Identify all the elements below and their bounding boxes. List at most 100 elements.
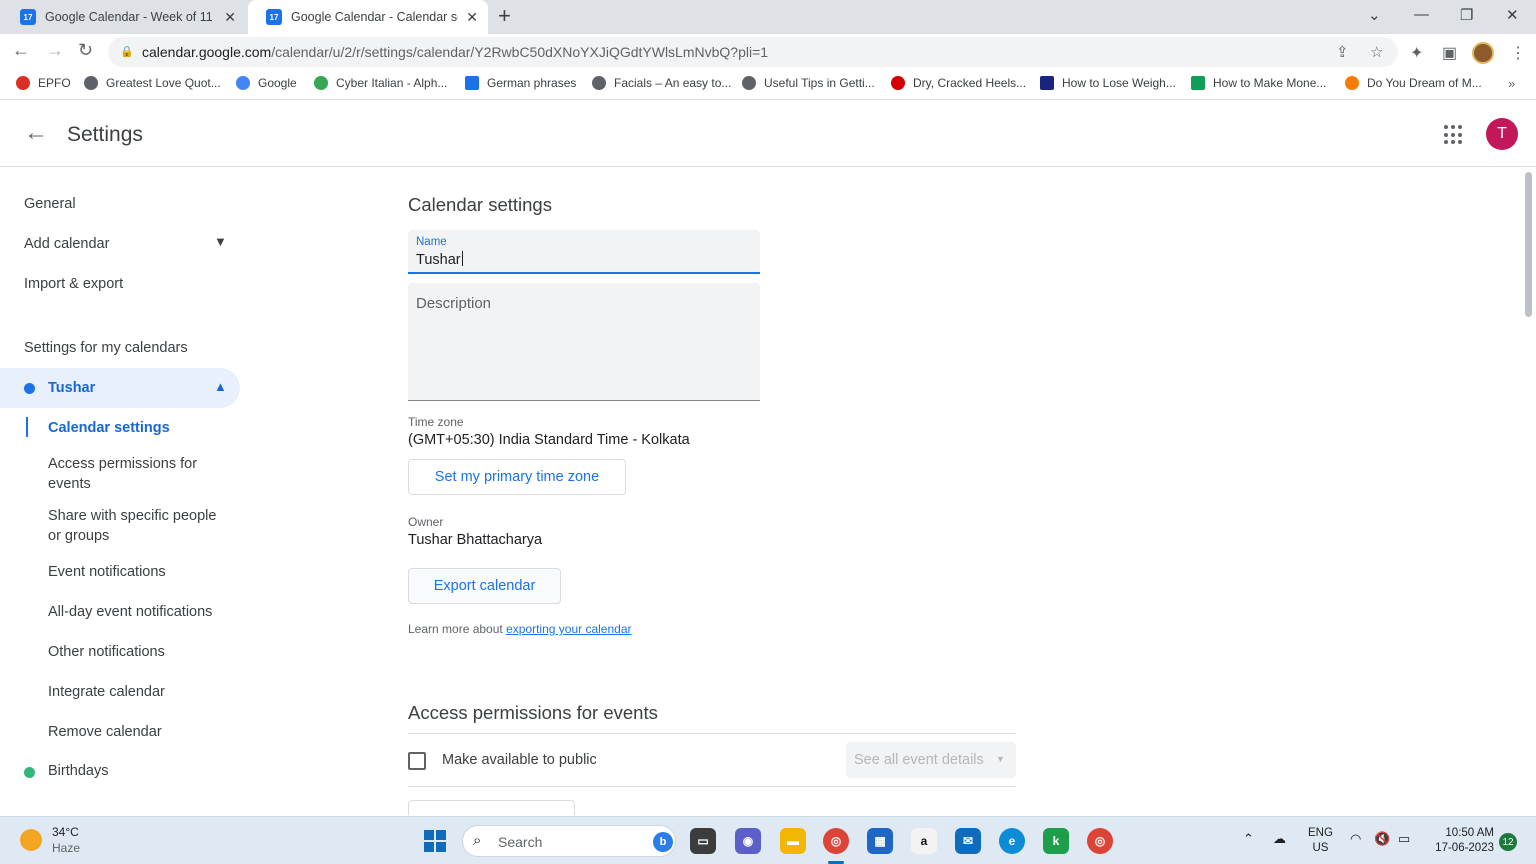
file-explorer-icon[interactable]: ▬ — [780, 828, 806, 854]
language-indicator[interactable]: ENG US — [1308, 826, 1333, 856]
bookmark-item[interactable]: Cyber Italian - Alph... — [314, 76, 447, 90]
tab-title: Google Calendar - Calendar setti — [291, 10, 459, 24]
weather-sun-icon[interactable] — [20, 829, 42, 851]
bookmark-item[interactable]: Google — [236, 76, 297, 90]
browser-tab-calendar-week[interactable]: 17 Google Calendar - Week of 11 Ju ✕ — [2, 0, 246, 34]
sidebar-item-calendar-settings[interactable]: Calendar settings — [48, 418, 223, 438]
new-tab-plus-icon[interactable]: + — [498, 4, 511, 28]
sidebar-item-tushar[interactable]: Tushar ▲ — [0, 368, 240, 408]
bookmark-item[interactable]: Dry, Cracked Heels... — [891, 76, 1026, 90]
page-scrollbar[interactable] — [1522, 168, 1536, 815]
k-app-icon[interactable]: k — [1043, 828, 1069, 854]
name-field[interactable]: Name Tushar — [408, 230, 760, 274]
bookmark-item[interactable]: Facials – An easy to... — [592, 76, 731, 90]
settings-header: ← Settings T — [0, 101, 1536, 167]
microsoft-store-icon[interactable]: ▦ — [867, 828, 893, 854]
side-panel-icon[interactable]: ▣ — [1442, 43, 1457, 63]
close-tab-icon[interactable]: ✕ — [466, 9, 478, 26]
mail-icon[interactable]: ✉ — [955, 828, 981, 854]
show-hidden-icons-chevron[interactable]: ⌃ — [1243, 831, 1254, 847]
description-placeholder: Description — [416, 295, 492, 312]
my-calendars-heading: Settings for my calendars — [24, 340, 188, 356]
sidebar-item-remove-calendar[interactable]: Remove calendar — [48, 722, 223, 742]
event-details-select[interactable]: See all event details ▼ — [846, 742, 1016, 778]
globe-icon — [742, 76, 756, 90]
amazon-icon[interactable]: a — [911, 828, 937, 854]
clock-time: 10:50 AM — [1445, 827, 1494, 839]
description-field[interactable]: Description — [408, 283, 760, 401]
forward-icon[interactable]: → — [46, 40, 64, 61]
bookmark-item[interactable]: How to Make Mone... — [1191, 76, 1326, 90]
edge-icon[interactable]: e — [999, 828, 1025, 854]
sidebar-item-general[interactable]: General — [24, 196, 76, 212]
sidebar-item-integrate-calendar[interactable]: Integrate calendar — [48, 682, 223, 702]
reload-icon[interactable]: ↻ — [78, 40, 93, 61]
event-details-value: See all event details — [854, 752, 984, 768]
make-public-checkbox[interactable] — [408, 752, 426, 770]
bookmark-item[interactable]: How to Lose Weigh... — [1040, 76, 1176, 90]
bookmark-star-icon[interactable]: ☆ — [1370, 43, 1383, 61]
back-arrow-icon[interactable]: ← — [24, 119, 48, 147]
close-tab-icon[interactable]: ✕ — [224, 9, 236, 26]
taskbar-search[interactable]: ⌕ Search b — [462, 825, 676, 857]
system-clock[interactable]: 10:50 AM 17-06-2023 — [1432, 826, 1494, 856]
export-calendar-button[interactable]: Export calendar — [408, 568, 561, 604]
weather-temperature[interactable]: 34°C — [52, 825, 79, 839]
close-window-icon[interactable]: ✕ — [1506, 6, 1519, 24]
sidebar-item-import-export[interactable]: Import & export — [24, 276, 123, 292]
divider — [408, 786, 1016, 787]
extensions-puzzle-icon[interactable]: ✦ — [1410, 43, 1423, 63]
restore-icon[interactable]: ❐ — [1460, 6, 1473, 24]
cyber-italian-icon — [314, 76, 328, 90]
sidebar-item-all-day-notifications[interactable]: All-day event notifications — [48, 602, 223, 622]
bookmark-item[interactable]: Useful Tips in Getti... — [742, 76, 875, 90]
windows-start-icon[interactable] — [424, 830, 446, 852]
google-apps-icon[interactable] — [1444, 125, 1464, 145]
sidebar-item-event-notifications[interactable]: Event notifications — [48, 562, 223, 582]
address-bar[interactable]: 🔒 calendar.google.com/calendar/u/2/r/set… — [108, 37, 1398, 67]
chrome-profile-icon[interactable]: ◎ — [1087, 828, 1113, 854]
scrollbar-thumb[interactable] — [1525, 172, 1532, 317]
chevron-down-icon[interactable]: ▼ — [214, 234, 227, 249]
bookmark-item[interactable]: Do You Dream of M... — [1345, 76, 1482, 90]
onedrive-cloud-icon[interactable]: ☁ — [1273, 831, 1286, 847]
bing-icon[interactable]: b — [653, 832, 673, 852]
notification-badge[interactable]: 12 — [1499, 833, 1517, 851]
search-placeholder: Search — [498, 834, 543, 850]
exporting-calendar-link[interactable]: exporting your calendar — [506, 622, 631, 636]
weather-condition[interactable]: Haze — [52, 841, 80, 855]
sidebar-item-share[interactable]: Share with specific people or groups — [48, 506, 223, 546]
text-caret — [461, 251, 463, 266]
tab-search-chevron-icon[interactable]: ⌄ — [1368, 6, 1381, 24]
set-primary-time-zone-button[interactable]: Set my primary time zone — [408, 459, 626, 495]
sidebar-item-add-calendar[interactable]: Add calendar — [24, 236, 109, 252]
bookmark-item[interactable]: EPFO — [16, 76, 71, 90]
sidebar-item-other-notifications[interactable]: Other notifications — [48, 642, 223, 662]
share-icon[interactable]: ⇪ — [1336, 43, 1349, 61]
account-avatar[interactable]: T — [1486, 118, 1518, 150]
task-view-icon[interactable]: ▭ — [690, 828, 716, 854]
speaker-muted-icon[interactable]: 🔇 — [1374, 831, 1390, 847]
bookmark-item[interactable]: German phrases — [465, 76, 576, 90]
battery-icon[interactable]: ▭ — [1398, 831, 1410, 847]
chevron-up-icon[interactable]: ▲ — [214, 379, 227, 394]
get-shareable-link-button[interactable] — [408, 800, 575, 815]
more-bookmarks-icon[interactable]: » — [1508, 76, 1515, 91]
sidebar-item-access-permissions[interactable]: Access permissions for events — [48, 454, 223, 494]
teams-chat-icon[interactable]: ◉ — [735, 828, 761, 854]
lock-icon[interactable]: 🔒 — [120, 45, 134, 58]
menu-kebab-icon[interactable]: ⋮ — [1510, 43, 1526, 63]
bookmark-item[interactable]: Greatest Love Quot... — [84, 76, 221, 90]
sidebar-item-birthdays[interactable]: Birthdays — [0, 762, 240, 792]
name-label: Name — [416, 236, 447, 248]
region-code: US — [1312, 842, 1329, 854]
back-icon[interactable]: ← — [12, 40, 30, 61]
minimize-icon[interactable]: — — [1414, 6, 1429, 23]
chrome-icon[interactable]: ◎ — [823, 828, 849, 854]
browser-tab-calendar-settings[interactable]: 17 Google Calendar - Calendar setti ✕ — [248, 0, 488, 34]
profile-avatar[interactable] — [1472, 42, 1494, 64]
bookmark-label: Facials – An easy to... — [614, 76, 732, 90]
owner-value: Tushar Bhattacharya — [408, 532, 543, 548]
wifi-icon[interactable]: ◠ — [1350, 831, 1361, 847]
settings-main: Calendar settings Name Tushar Descriptio… — [250, 168, 1520, 815]
